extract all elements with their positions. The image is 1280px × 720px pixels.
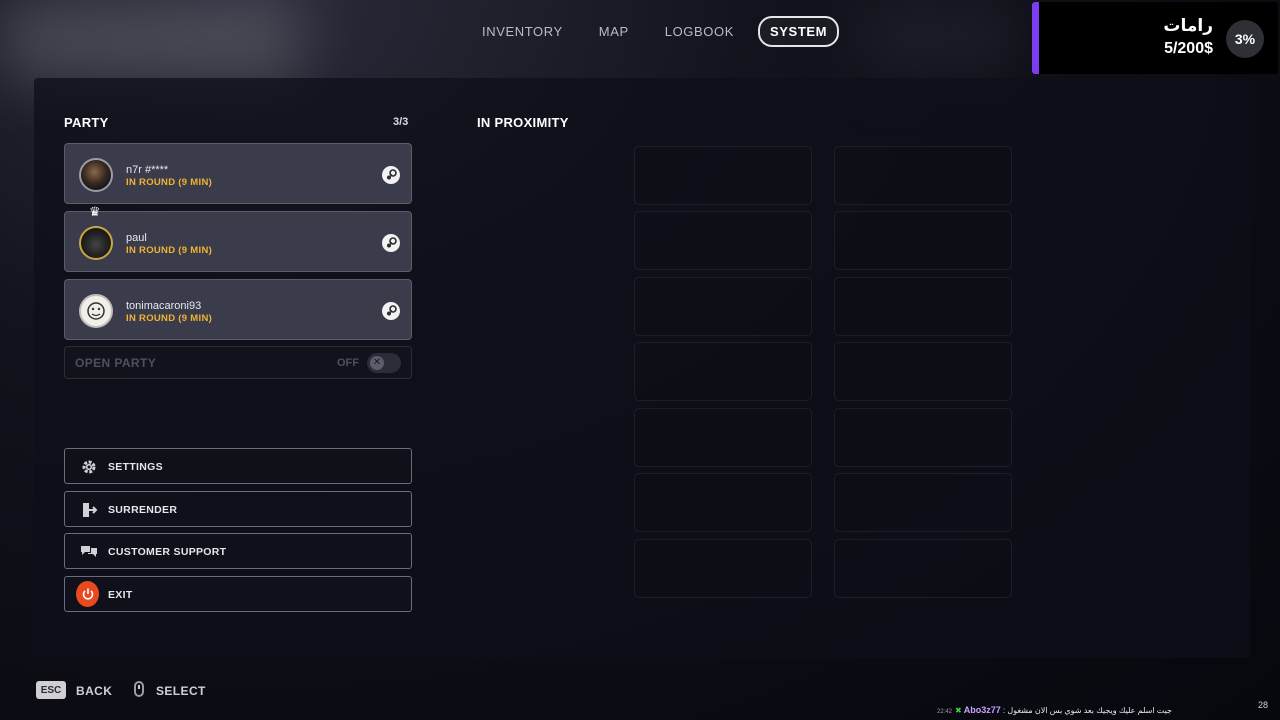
open-party-label: OPEN PARTY xyxy=(75,356,157,370)
gear-icon xyxy=(79,457,99,477)
surrender-label: SURRENDER xyxy=(108,504,178,516)
proximity-heading: IN PROXIMITY xyxy=(477,115,569,130)
member-status: IN ROUND (9 MIN) xyxy=(126,245,213,256)
avatar xyxy=(79,158,113,192)
proximity-slot xyxy=(834,277,1012,336)
top-navigation: INVENTORY MAP LOGBOOK SYSTEM xyxy=(470,16,851,47)
open-party-state: OFF xyxy=(337,357,359,369)
goal-progress: 5/200$ xyxy=(1164,40,1213,57)
goal-percent: 3% xyxy=(1226,20,1264,58)
party-member[interactable]: tonimacaroni93 IN ROUND (9 MIN) xyxy=(64,279,412,340)
proximity-slot xyxy=(834,146,1012,205)
party-member[interactable]: n7r #**** IN ROUND (9 MIN) xyxy=(64,143,412,204)
chat-text: : جيت اسلم عليك ويجيك بعد شوي بس الان مش… xyxy=(1002,706,1172,715)
proximity-slot xyxy=(634,146,812,205)
exit-label: EXIT xyxy=(108,589,133,601)
member-name: tonimacaroni93 xyxy=(126,300,202,312)
esc-key[interactable]: ESC xyxy=(36,681,66,699)
tab-logbook[interactable]: LOGBOOK xyxy=(653,16,746,47)
member-name: n7r #**** xyxy=(126,164,169,176)
proximity-slot xyxy=(634,473,812,532)
member-status: IN ROUND (9 MIN) xyxy=(126,313,213,324)
background-blur xyxy=(0,0,300,80)
open-party-row: OPEN PARTY OFF ✕ xyxy=(64,346,412,379)
tab-system[interactable]: SYSTEM xyxy=(758,16,840,47)
steam-icon xyxy=(382,166,400,184)
open-party-toggle[interactable]: ✕ xyxy=(367,353,401,373)
mouse-icon xyxy=(134,681,144,697)
customer-support-label: CUSTOMER SUPPORT xyxy=(108,546,227,558)
settings-button[interactable]: SETTINGS xyxy=(64,448,412,484)
corner-number: 28 xyxy=(1257,700,1268,710)
avatar xyxy=(79,226,113,260)
party-count: 3/3 xyxy=(393,116,409,128)
proximity-slot xyxy=(634,342,812,401)
chat-message: 22:42 ✖ Abo3z77 : جيت اسلم عليك ويجيك بعد … xyxy=(937,705,1172,715)
proximity-slot xyxy=(634,211,812,270)
proximity-slot xyxy=(634,408,812,467)
chat-bubbles-icon xyxy=(79,542,99,562)
member-status: IN ROUND (9 MIN) xyxy=(126,177,213,188)
tab-map[interactable]: MAP xyxy=(587,16,641,47)
tab-inventory[interactable]: INVENTORY xyxy=(470,16,575,47)
surrender-button[interactable]: SURRENDER xyxy=(64,491,412,527)
member-name: paul xyxy=(126,232,147,244)
exit-button[interactable]: EXIT xyxy=(64,576,412,612)
proximity-slot xyxy=(834,342,1012,401)
back-label[interactable]: BACK xyxy=(76,684,112,698)
party-member[interactable]: ♛ paul IN ROUND (9 MIN) xyxy=(64,204,412,272)
steam-icon xyxy=(382,234,400,252)
background-blur xyxy=(860,0,1020,70)
select-label: SELECT xyxy=(156,684,206,698)
goal-widget: رامات 5/200$ 3% xyxy=(1032,2,1278,74)
chat-marker-icon: ✖ xyxy=(955,706,962,715)
exit-door-icon xyxy=(79,500,99,520)
crown-icon: ♛ xyxy=(89,204,101,219)
steam-icon xyxy=(382,302,400,320)
avatar xyxy=(79,294,113,328)
chat-time: 22:42 xyxy=(937,709,953,715)
power-icon xyxy=(76,580,99,607)
proximity-slot xyxy=(634,277,812,336)
settings-label: SETTINGS xyxy=(108,461,163,473)
proximity-slot xyxy=(834,408,1012,467)
customer-support-button[interactable]: CUSTOMER SUPPORT xyxy=(64,533,412,569)
proximity-slot xyxy=(634,539,812,598)
proximity-slot xyxy=(834,539,1012,598)
proximity-slot xyxy=(834,211,1012,270)
exit-icon-wrap xyxy=(76,580,99,607)
party-heading: PARTY xyxy=(64,115,109,130)
chat-username: Abo3z77 xyxy=(963,705,1001,715)
goal-title: رامات xyxy=(1163,16,1213,35)
close-icon: ✕ xyxy=(370,356,384,370)
proximity-slot xyxy=(834,473,1012,532)
